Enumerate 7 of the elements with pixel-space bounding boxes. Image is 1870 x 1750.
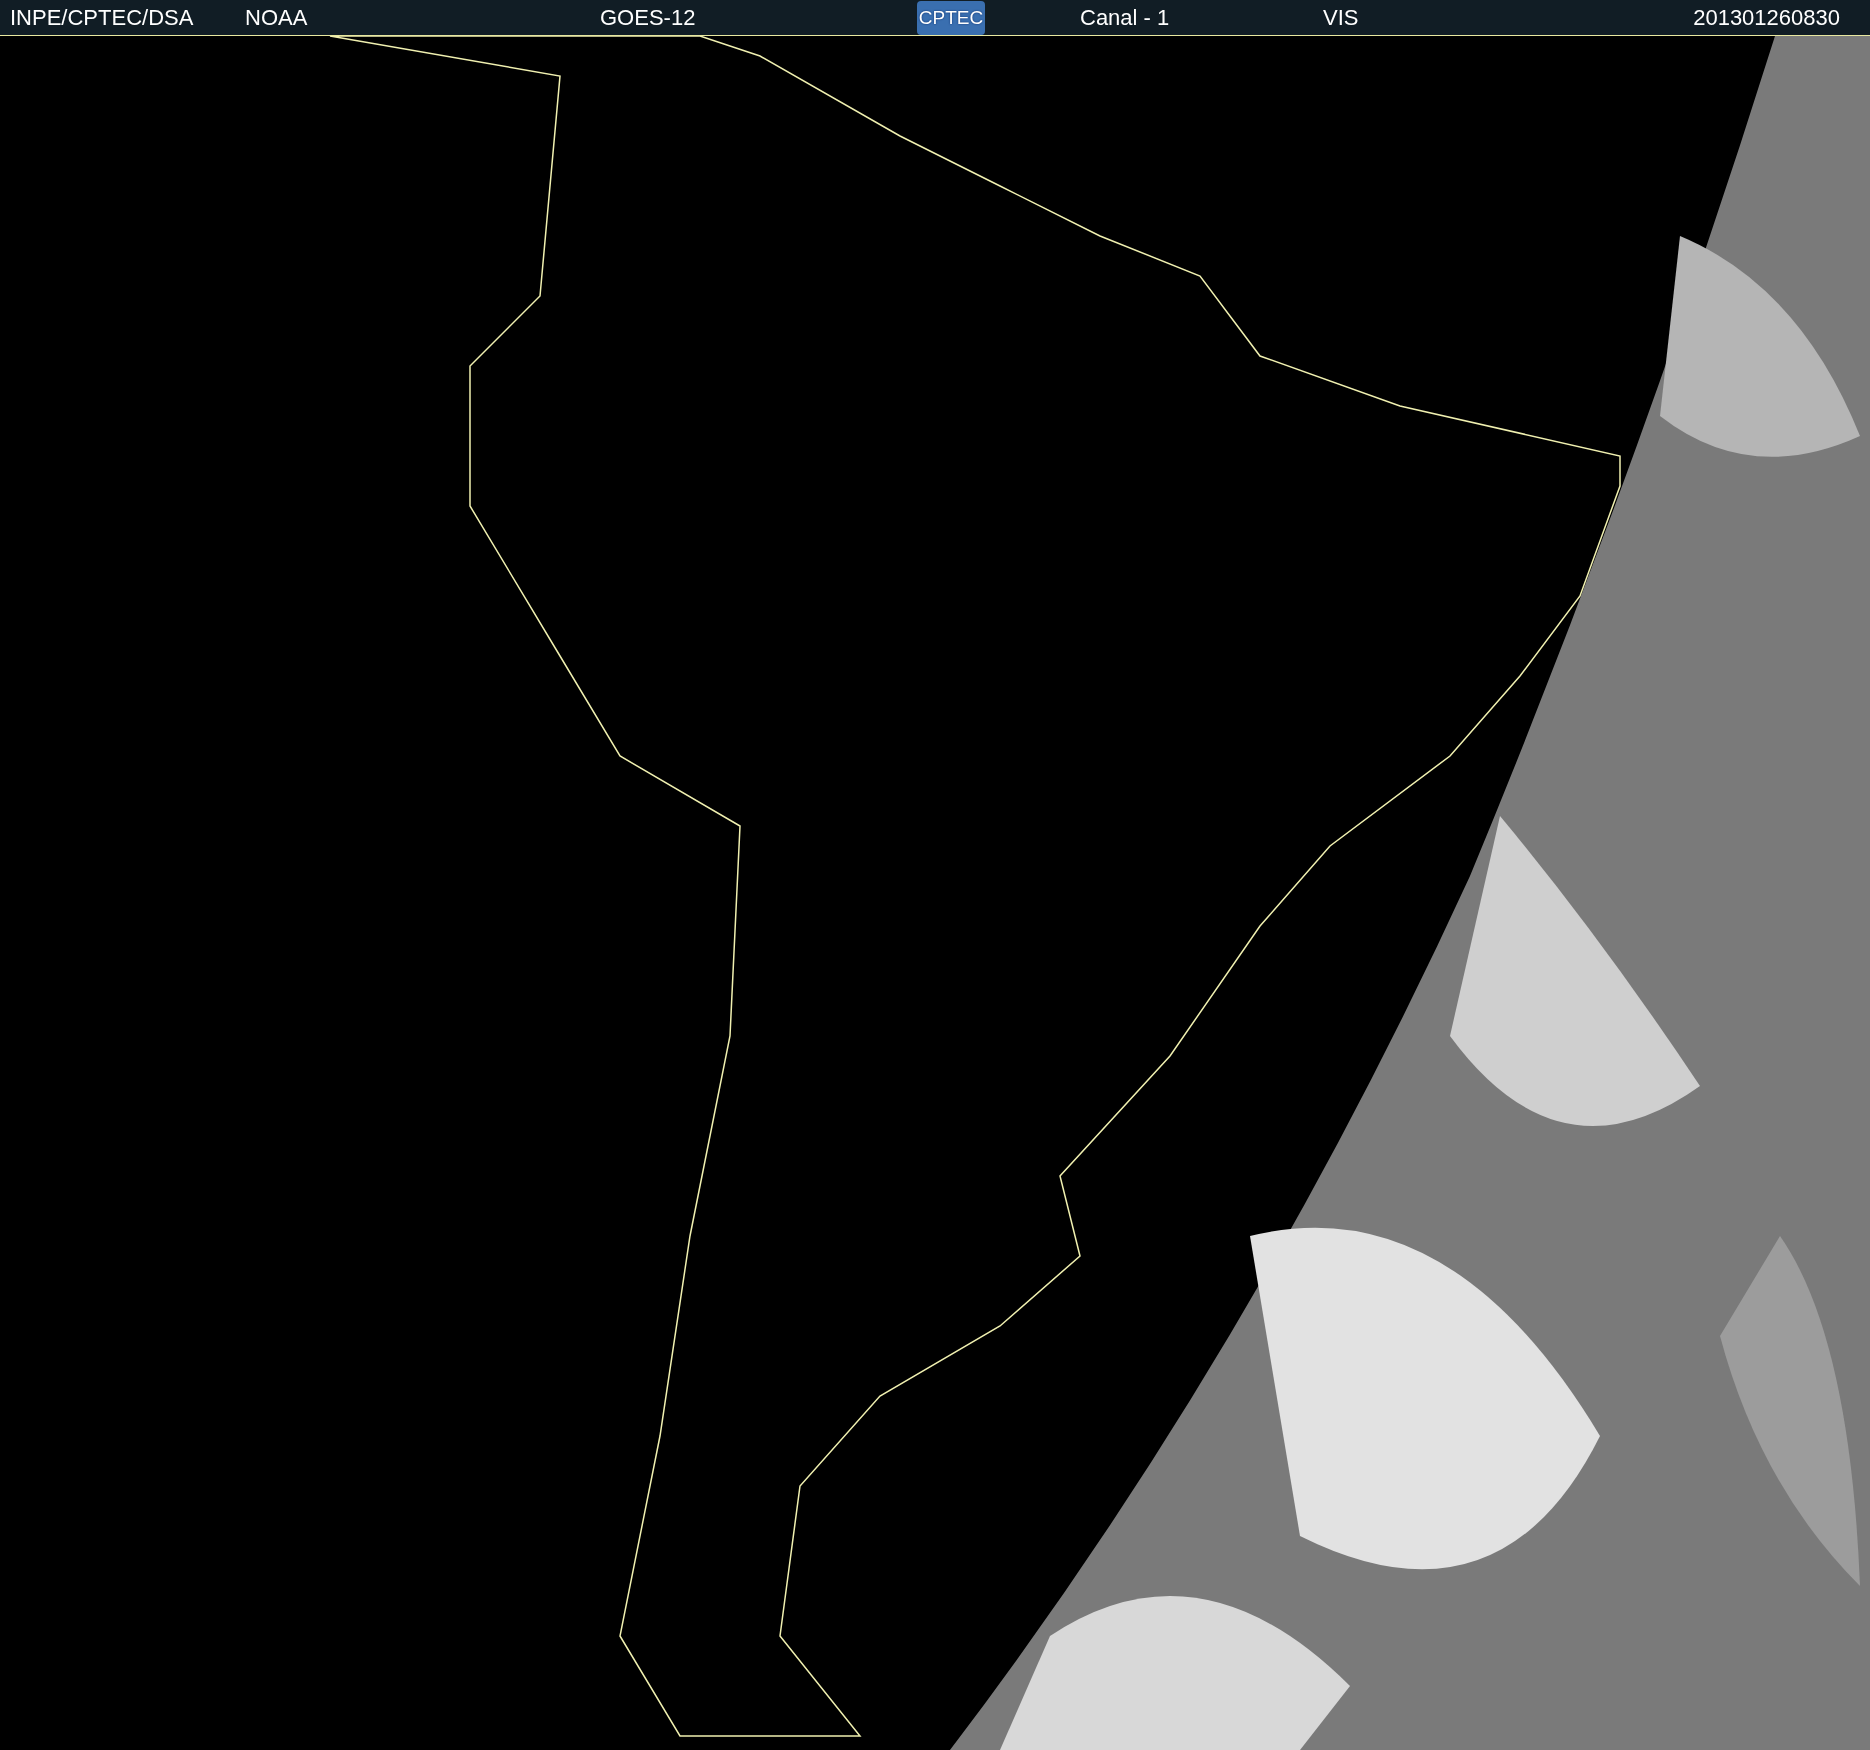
band-label: VIS <box>1323 6 1359 29</box>
source-label: INPE/CPTEC/DSA <box>10 6 195 29</box>
cptec-logo: CPTEC <box>917 0 985 35</box>
agency-label: NOAA <box>245 6 309 29</box>
channel-label: Canal - 1 <box>1080 6 1171 29</box>
timestamp-label: 201301260830 <box>1693 6 1840 29</box>
satellite-label: GOES-12 <box>600 6 697 29</box>
